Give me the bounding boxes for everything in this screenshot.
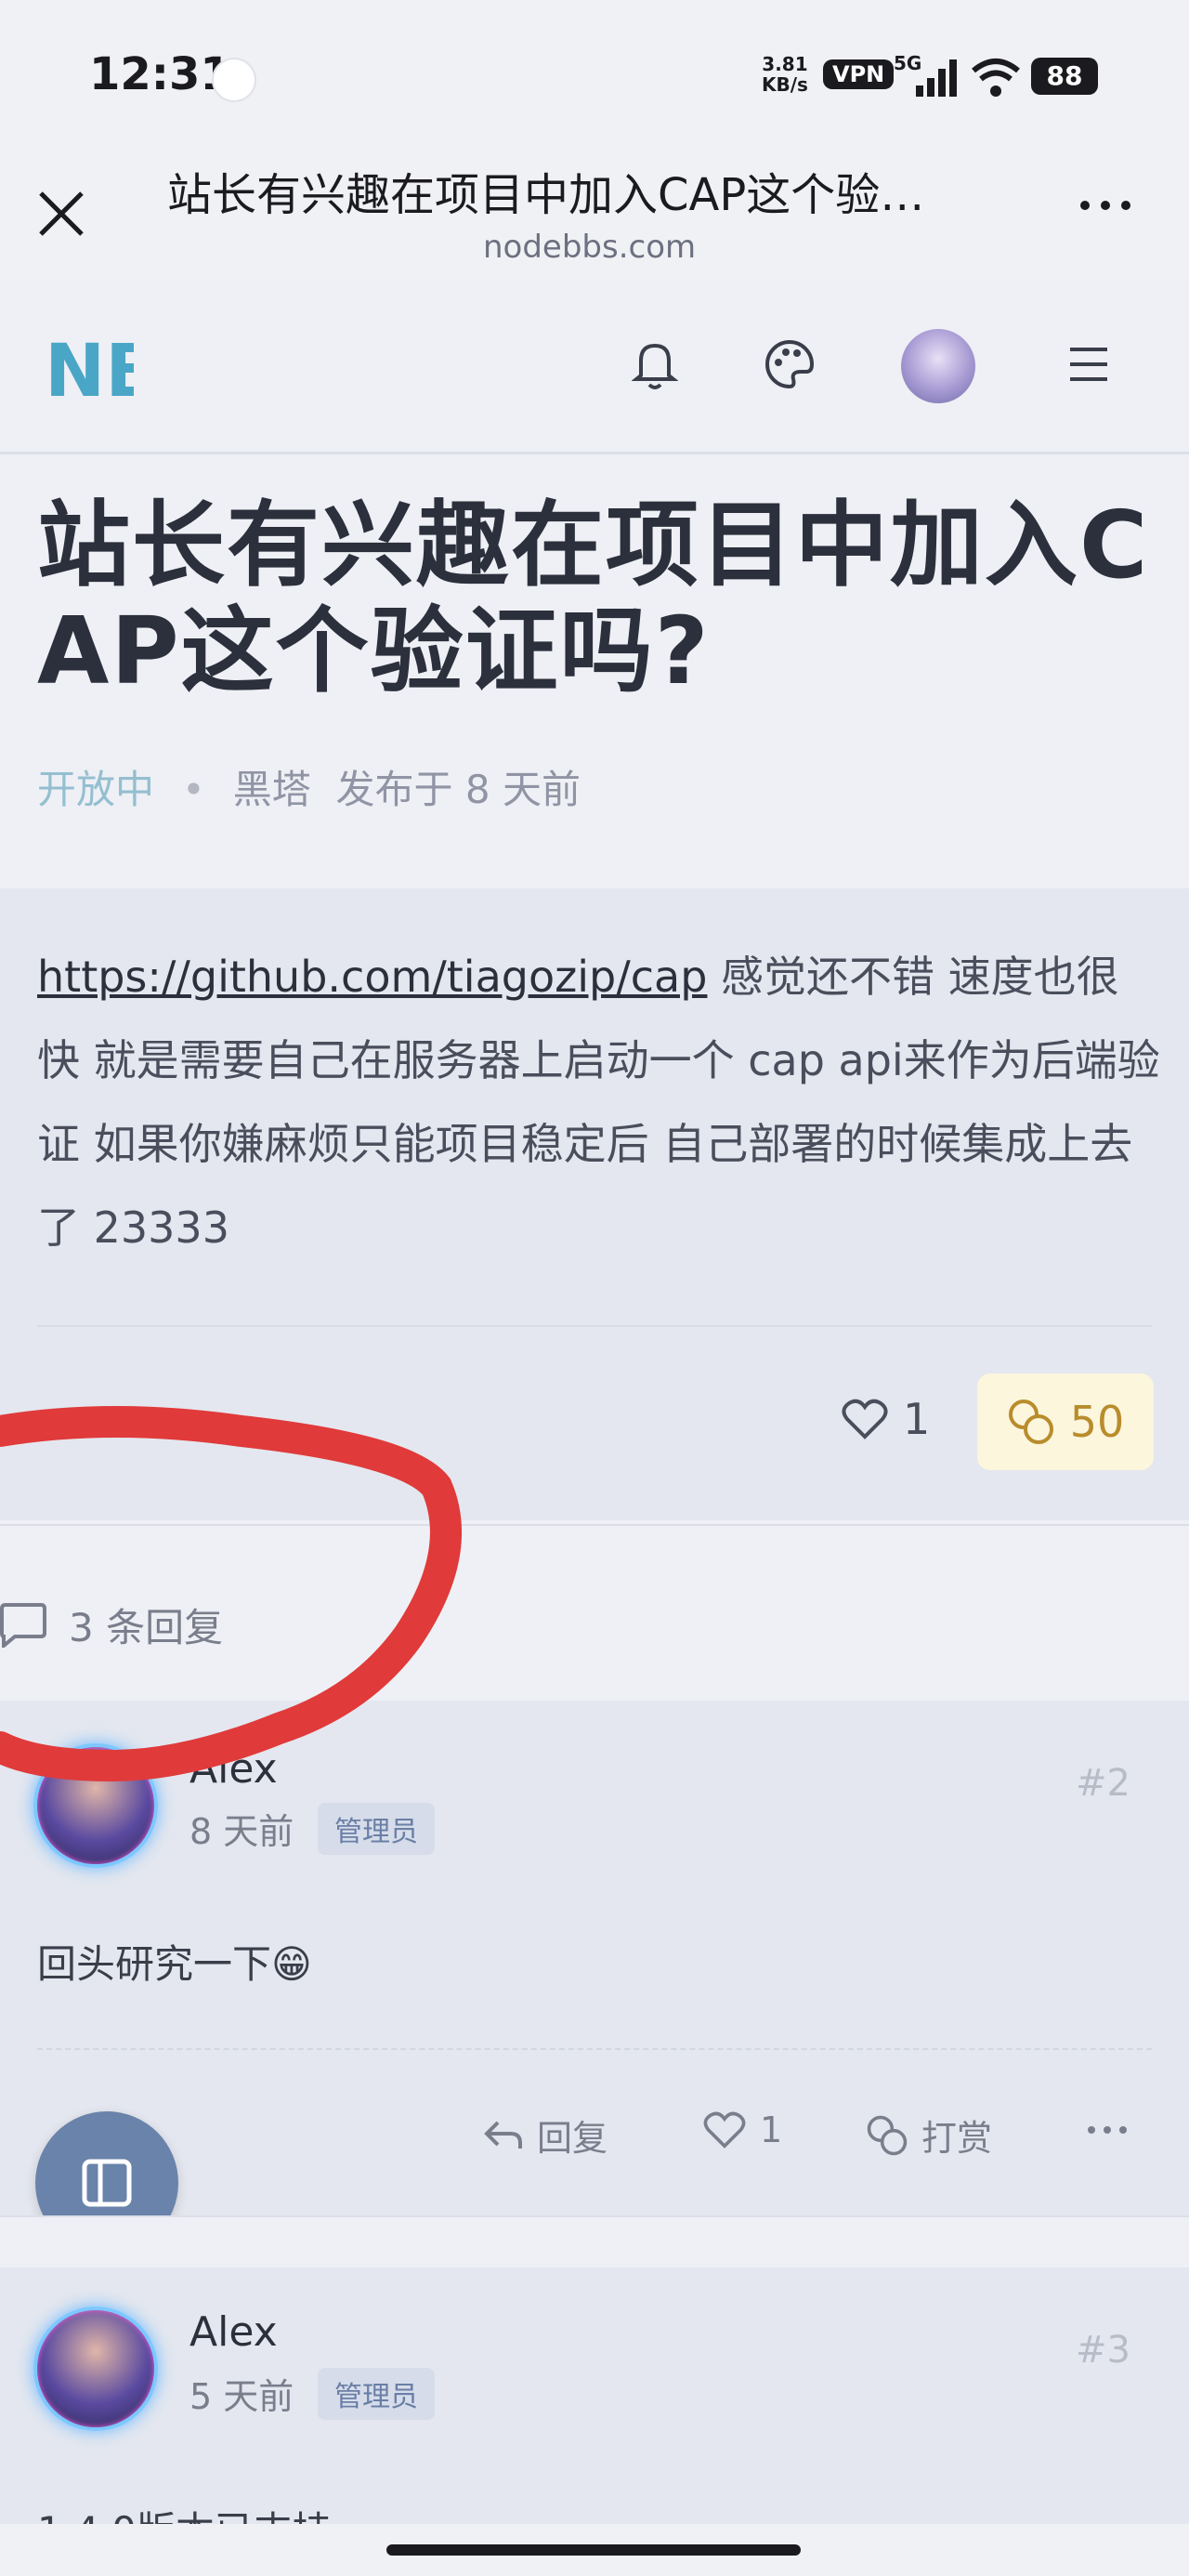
net-speed-value: 3.81 [762,53,808,75]
reply-text: 回头研究一下😁 [37,1941,312,1987]
wifi-icon [972,59,1020,97]
net-speed: 3.81 KB/s [762,54,808,95]
reply-number[interactable]: #3 [1076,2329,1130,2372]
red-annotation-circle [0,1406,462,1782]
post-body: https://github.com/tiagozip/cap 感觉还不错 速度… [37,935,1161,1269]
reply-button[interactable]: 回复 [483,2109,608,2161]
signal-icon [916,59,957,97]
reply-more-icon[interactable] [1087,2124,1128,2136]
post-like-count: 1 [903,1394,931,1444]
post-link[interactable]: https://github.com/tiagozip/cap [37,952,707,1002]
reply-time: 8 天前 [189,1811,294,1852]
reply-separator [0,2215,1189,2269]
reply-tip-button[interactable]: 打赏 [866,2109,992,2161]
reply-like-count: 1 [760,2109,783,2150]
reply-button-label: 回复 [537,2118,608,2159]
home-indicator[interactable] [386,2544,801,2556]
user-avatar[interactable] [901,329,975,403]
reply-like-button[interactable]: 1 [702,2109,782,2150]
meta-separator-dot: • [182,767,205,812]
battery-indicator: 88 [1031,58,1098,95]
net-speed-unit: KB/s [762,73,808,96]
coins-icon [1008,1400,1053,1444]
notification-bell-icon[interactable] [632,338,678,390]
vpn-badge: VPN [823,59,895,89]
post-published-time: 发布于 8 天前 [335,767,581,812]
heart-icon [703,2111,746,2149]
theme-palette-icon[interactable] [764,338,816,390]
divider [37,2048,1152,2052]
site-header [0,279,1189,454]
reply-tip-label: 打赏 [921,2118,993,2159]
reply-time: 5 天前 [189,2376,294,2417]
post-title: 站长有兴趣在项目中加入CAP这个验证吗? [37,491,1150,705]
admin-badge: 管理员 [318,2368,435,2420]
site-logo-text: NB [45,331,134,405]
status-time: 12:31 [89,48,231,100]
admin-badge: 管理员 [318,1803,435,1855]
close-icon[interactable] [33,186,89,242]
browser-domain: nodebbs.com [483,229,697,266]
coins-icon [867,2115,908,2155]
post-tip-count: 50 [1069,1397,1125,1447]
sidebar-panel-icon [82,2159,132,2207]
reply-avatar[interactable] [33,2307,158,2431]
notification-app-icon [212,58,256,102]
reply-number[interactable]: #2 [1076,1762,1130,1805]
hamburger-menu-icon[interactable] [1066,344,1111,385]
reply-author[interactable]: Alex [189,2308,278,2356]
reply-arrow-icon [484,2121,522,2149]
post-like-button[interactable]: 1 [842,1394,930,1444]
post-author[interactable]: 黑塔 [233,767,311,812]
more-menu-icon[interactable] [1078,191,1133,219]
browser-page-title: 站长有兴趣在项目中加入CAP这个验… [167,169,925,221]
post-tip-button[interactable]: 50 [977,1373,1154,1470]
site-logo[interactable]: NB [45,331,134,405]
post-status-badge: 开放中 [37,767,155,812]
divider [37,1325,1152,1327]
post-meta: 开放中 • 黑塔 发布于 8 天前 [37,758,581,815]
heart-icon [842,1399,888,1439]
